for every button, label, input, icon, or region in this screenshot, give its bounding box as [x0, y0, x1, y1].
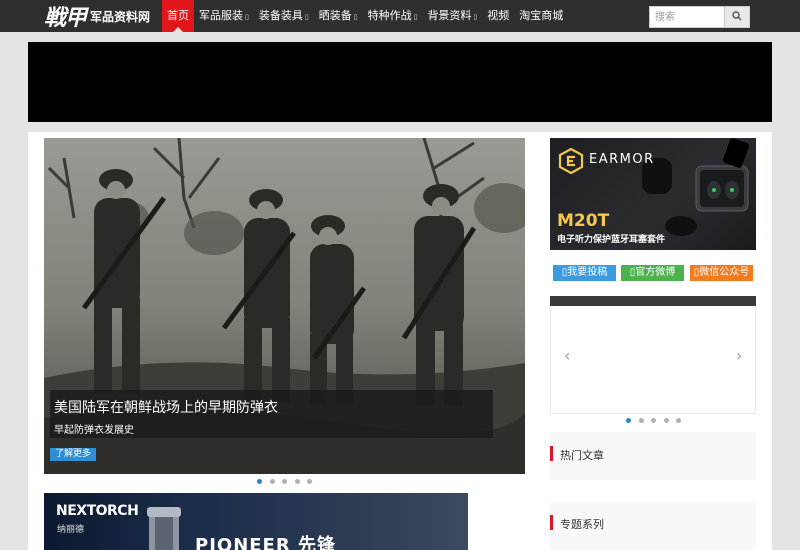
dropdown-icon: ▯: [304, 13, 309, 21]
slider-dot[interactable]: [626, 418, 631, 423]
menu-item-equipment[interactable]: 装备装具 ▯: [254, 0, 314, 32]
sidebar-slider-header: [550, 296, 756, 306]
multitool-product-image: [147, 507, 181, 550]
menu-item-background[interactable]: 背景资料 ▯: [422, 0, 482, 32]
main-menu: 首页 军品服装 ▯ 装备装具 ▯ 晒装备 ▯ 特种作战 ▯ 背景资料 ▯ 视频 淘宝商城: [162, 0, 568, 32]
menu-item-video[interactable]: 视频: [482, 0, 514, 32]
earmor-description: 电子听力保护蓝牙耳塞套件: [557, 235, 666, 245]
site-logo[interactable]: 戦甲 军品资料网: [44, 2, 151, 31]
official-weibo-button[interactable]: ▯官方微博: [621, 265, 684, 281]
slider-dot[interactable]: [269, 479, 275, 484]
nextorch-brand-cn: 纳丽德: [57, 525, 85, 535]
sidebar-slider-widget: [550, 296, 756, 414]
menu-item-taobao-store[interactable]: 淘宝商城: [514, 0, 568, 32]
slider-caption-title[interactable]: 美国陆军在朝鲜战场上的早期防弹衣: [54, 397, 278, 417]
learn-more-button[interactable]: 了解更多: [50, 448, 96, 461]
section-marker: [550, 446, 553, 461]
dropdown-icon: ▯: [245, 13, 249, 21]
menu-item-special-ops[interactable]: 特种作战 ▯: [363, 0, 423, 32]
dropdown-icon: ▯: [473, 13, 478, 21]
wechat-account-button[interactable]: ▯微信公众号: [690, 265, 753, 281]
topics-title: 专题系列: [560, 518, 604, 531]
logo-text: 军品资料网: [90, 9, 151, 24]
slider-dot[interactable]: [638, 418, 644, 423]
slider-pagination: [257, 479, 320, 485]
top-ad-banner[interactable]: [28, 42, 772, 122]
nextorch-brand: NEXTORCH: [56, 503, 139, 519]
earmor-model: M20T: [557, 211, 610, 231]
search-icon: [732, 11, 742, 21]
earmor-logo-icon: [558, 148, 584, 174]
search-button[interactable]: [724, 6, 750, 28]
slider-caption-subtitle: 早起防弹衣发展史: [54, 425, 134, 436]
slider-prev-arrow[interactable]: ‹: [564, 346, 570, 365]
section-marker: [550, 515, 553, 530]
dropdown-icon: ▯: [353, 13, 358, 21]
slider-dot[interactable]: [676, 418, 681, 423]
slider-dot[interactable]: [651, 418, 656, 423]
menu-item-home[interactable]: 首页: [162, 0, 194, 32]
slider-dot[interactable]: [282, 479, 287, 484]
slider-dot[interactable]: [663, 418, 669, 423]
search-input[interactable]: [649, 6, 724, 28]
submit-article-button[interactable]: ▯我要投稿: [553, 265, 616, 281]
menu-item-military-clothing[interactable]: 军品服装 ▯: [194, 0, 254, 32]
earmor-brand: EARMOR: [589, 152, 655, 167]
logo-mark: 戦甲: [44, 5, 87, 31]
sidebar-slider-pagination: [626, 418, 689, 424]
dropdown-icon: ▯: [413, 13, 418, 21]
slider-dot[interactable]: [307, 479, 312, 484]
menu-item-show-gear[interactable]: 晒装备 ▯: [314, 0, 363, 32]
nextorch-product-name: PIONEER 先锋: [195, 535, 336, 550]
slider-dot[interactable]: [257, 479, 262, 484]
slider-next-arrow[interactable]: ›: [736, 346, 742, 365]
top-navigation-bar: 戦甲 军品资料网 首页 军品服装 ▯ 装备装具 ▯ 晒装备 ▯ 特种作战 ▯ 背景资料 ▯…: [0, 0, 800, 32]
hot-articles-title: 热门文章: [560, 449, 604, 462]
slider-dot[interactable]: [294, 479, 300, 484]
